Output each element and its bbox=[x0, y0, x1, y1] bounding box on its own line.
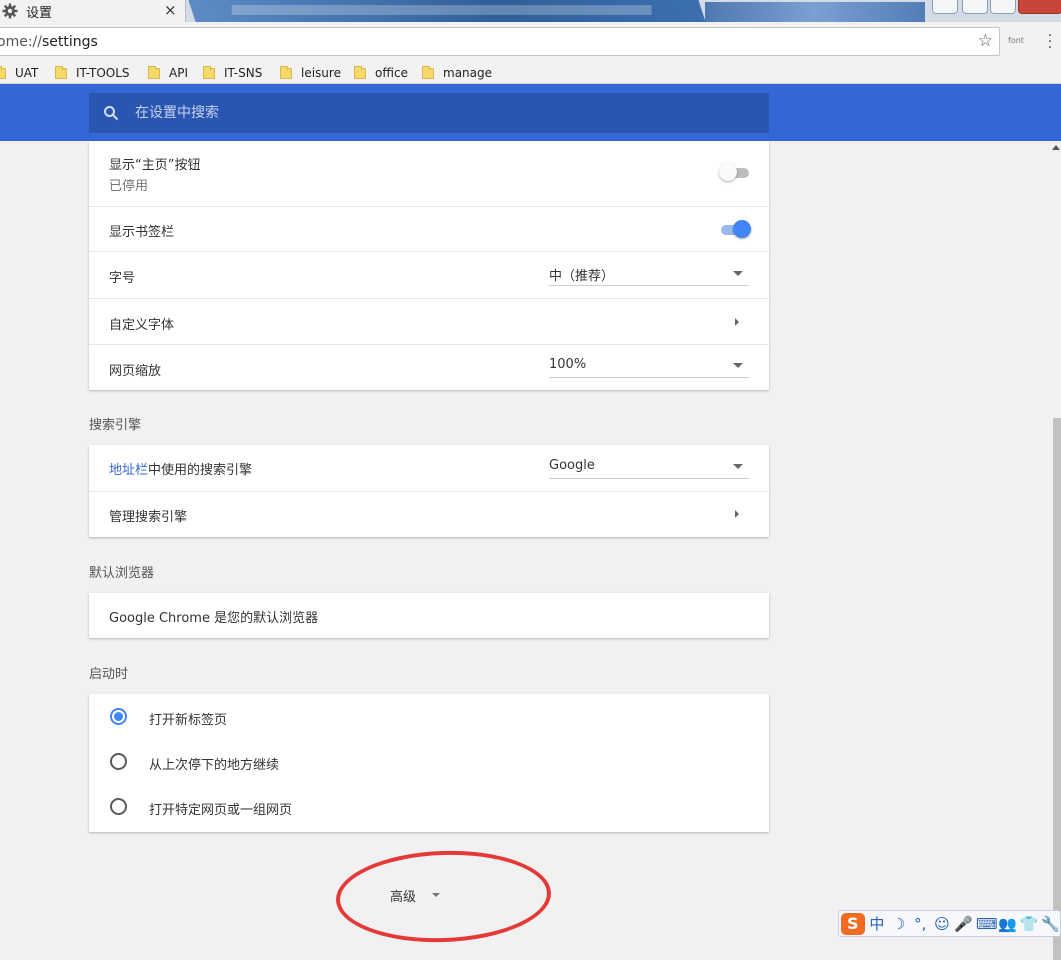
bookmark-folder[interactable]: manage bbox=[422, 64, 492, 82]
wrench-icon[interactable]: 🔧 bbox=[1041, 915, 1060, 933]
startup-option-label: 从上次停下的地方继续 bbox=[149, 758, 280, 773]
folder-icon bbox=[280, 65, 292, 79]
bookmark-folder[interactable]: office bbox=[354, 64, 408, 82]
chevron-right-icon bbox=[735, 510, 739, 518]
on-startup-card: 打开新标签页 从上次停下的地方继续 打开特定网页或一组网页 bbox=[89, 694, 769, 832]
advanced-label: 高级 bbox=[390, 889, 417, 905]
font-size-value: 中（推荐） bbox=[549, 269, 615, 284]
search-input[interactable] bbox=[135, 93, 735, 133]
radio-button[interactable] bbox=[110, 708, 127, 725]
search-engine-select[interactable]: Google bbox=[549, 455, 749, 479]
minimize-button[interactable] bbox=[962, 0, 988, 14]
appearance-card: 显示“主页”按钮 已停用 显示书签栏 字号 中（推荐） 自定义字体 网页缩放 1… bbox=[89, 141, 769, 390]
chevron-down-icon bbox=[733, 271, 743, 276]
home-button-row[interactable]: 显示“主页”按钮 已停用 bbox=[89, 141, 769, 206]
folder-icon bbox=[148, 65, 160, 79]
bookmark-folder[interactable]: leisure bbox=[280, 64, 341, 82]
toolbar: ome://settings ☆ bbox=[0, 22, 1061, 62]
advanced-button[interactable]: 高级 bbox=[390, 884, 441, 906]
bookmark-folder[interactable]: API bbox=[148, 64, 188, 82]
annotation-ellipse bbox=[334, 847, 553, 946]
manage-search-engines-row[interactable]: 管理搜索引擎 bbox=[89, 491, 769, 537]
font-extension-icon[interactable]: font bbox=[1008, 36, 1024, 45]
search-engine-section-title: 搜索引擎 bbox=[89, 418, 142, 433]
gear-icon bbox=[2, 3, 18, 19]
tab-close-icon[interactable]: × bbox=[164, 1, 177, 19]
chevron-down-icon bbox=[733, 464, 743, 469]
punctuation-icon[interactable]: °, bbox=[911, 915, 930, 933]
bookmarks-bar-toggle[interactable] bbox=[719, 219, 751, 239]
maximize-button[interactable] bbox=[990, 0, 1016, 14]
home-button-status: 已停用 bbox=[109, 179, 149, 194]
tab-strip: 设置 × bbox=[0, 0, 1061, 22]
search-icon bbox=[104, 106, 119, 121]
tab-background[interactable] bbox=[188, 0, 706, 22]
address-bar-link[interactable]: 地址栏 bbox=[109, 463, 148, 478]
tab-settings[interactable]: 设置 × bbox=[0, 0, 186, 22]
startup-option-specific-pages[interactable]: 打开特定网页或一组网页 bbox=[89, 785, 769, 830]
ime-toolbar: S 中 ☽ °, ☺ 🎤 ⌨ 👥 👕 🔧 bbox=[838, 910, 1061, 937]
default-browser-card: Google Chrome 是您的默认浏览器 bbox=[89, 593, 769, 638]
default-browser-status: Google Chrome 是您的默认浏览器 bbox=[109, 611, 319, 626]
settings-search[interactable] bbox=[89, 93, 769, 133]
custom-fonts-label: 自定义字体 bbox=[109, 318, 175, 333]
startup-option-continue[interactable]: 从上次停下的地方继续 bbox=[89, 740, 769, 785]
scroll-up-arrow-icon[interactable] bbox=[1052, 145, 1060, 150]
page-zoom-select[interactable]: 100% bbox=[549, 354, 749, 378]
user-group-icon[interactable]: 👥 bbox=[998, 915, 1017, 933]
scrollbar-thumb[interactable] bbox=[1053, 418, 1061, 960]
home-button-label: 显示“主页”按钮 bbox=[109, 158, 201, 173]
bookmark-folder[interactable]: UAT bbox=[0, 64, 38, 82]
startup-option-new-tab[interactable]: 打开新标签页 bbox=[89, 695, 769, 740]
window-close-button[interactable] bbox=[1018, 0, 1061, 14]
page-zoom-row: 网页缩放 100% bbox=[89, 344, 769, 390]
sogou-logo-icon[interactable]: S bbox=[841, 912, 865, 935]
radio-button[interactable] bbox=[110, 798, 127, 815]
on-startup-section-title: 启动时 bbox=[89, 667, 129, 682]
search-engine-card: 地址栏中使用的搜索引擎 Google 管理搜索引擎 bbox=[89, 445, 769, 537]
bookmarks-bar-row[interactable]: 显示书签栏 bbox=[89, 206, 769, 251]
skin-icon[interactable]: 👕 bbox=[1020, 915, 1039, 933]
omnibox-url[interactable]: ome://settings bbox=[0, 34, 98, 50]
microphone-icon[interactable]: 🎤 bbox=[954, 915, 973, 933]
font-size-row: 字号 中（推荐） bbox=[89, 251, 769, 298]
bookmarks-bar: UAT IT-TOOLS API IT-SNS leisure office m… bbox=[0, 62, 1061, 84]
search-engine-value: Google bbox=[549, 458, 595, 473]
default-browser-section-title: 默认浏览器 bbox=[89, 566, 155, 581]
emoji-icon[interactable]: ☺ bbox=[933, 915, 952, 933]
folder-icon bbox=[55, 65, 67, 79]
bookmark-folder[interactable]: IT-SNS bbox=[203, 64, 262, 82]
page-zoom-label: 网页缩放 bbox=[109, 364, 162, 379]
user-icon[interactable] bbox=[932, 0, 958, 14]
tab-new-area[interactable] bbox=[705, 2, 925, 22]
settings-header bbox=[0, 84, 1061, 141]
ime-language-toggle[interactable]: 中 bbox=[868, 913, 887, 934]
startup-option-label: 打开特定网页或一组网页 bbox=[149, 803, 293, 818]
folder-icon bbox=[203, 65, 215, 79]
chevron-right-icon bbox=[735, 318, 739, 326]
startup-option-label: 打开新标签页 bbox=[149, 713, 228, 728]
manage-search-engines-label: 管理搜索引擎 bbox=[109, 510, 188, 525]
bookmark-star-icon[interactable]: ☆ bbox=[978, 31, 993, 51]
moon-icon[interactable]: ☽ bbox=[889, 915, 908, 933]
radio-button[interactable] bbox=[110, 753, 127, 770]
folder-icon bbox=[0, 65, 6, 79]
folder-icon bbox=[354, 65, 366, 79]
omnibox[interactable]: ome://settings ☆ bbox=[0, 27, 1000, 56]
folder-icon bbox=[422, 65, 434, 79]
bookmarks-bar-label: 显示书签栏 bbox=[109, 225, 175, 240]
chevron-down-icon bbox=[733, 363, 743, 368]
address-bar-engine-label: 地址栏中使用的搜索引擎 bbox=[109, 463, 253, 478]
page-zoom-value: 100% bbox=[549, 357, 587, 372]
font-size-label: 字号 bbox=[109, 271, 136, 286]
custom-fonts-row[interactable]: 自定义字体 bbox=[89, 298, 769, 344]
chrome-menu-icon[interactable]: · · · bbox=[1046, 29, 1054, 55]
home-button-toggle[interactable] bbox=[719, 162, 751, 182]
keyboard-icon[interactable]: ⌨ bbox=[976, 915, 998, 933]
font-size-select[interactable]: 中（推荐） bbox=[549, 262, 749, 286]
bookmark-folder[interactable]: IT-TOOLS bbox=[55, 64, 130, 82]
chevron-down-icon bbox=[432, 893, 441, 897]
tab-title: 设置 bbox=[26, 6, 53, 21]
address-bar-engine-row: 地址栏中使用的搜索引擎 Google bbox=[89, 445, 769, 491]
